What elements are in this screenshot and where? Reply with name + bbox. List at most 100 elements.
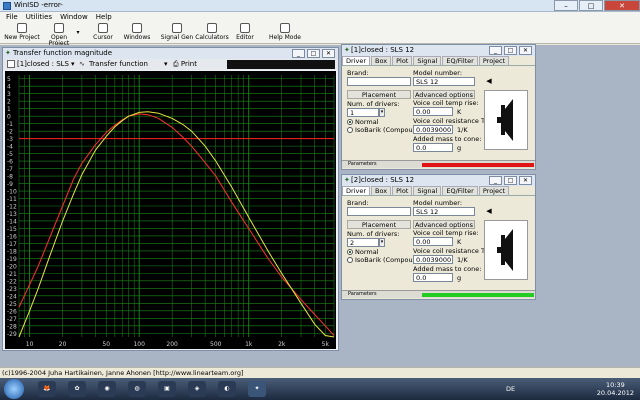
taskbar-firefox-icon[interactable]: ◉ xyxy=(98,381,116,397)
vc-temp-field[interactable]: 0.00 xyxy=(413,237,453,246)
y-tick-label: -14 xyxy=(7,218,17,225)
menu-window[interactable]: Window xyxy=(60,12,88,22)
normal-radio[interactable]: Normal xyxy=(347,118,379,126)
taskbar-app-5[interactable]: ▣ xyxy=(158,381,176,397)
num-drivers-dropdown-icon[interactable]: ▾ xyxy=(379,108,385,117)
driver-panel-controls: _ □ ✕ xyxy=(489,46,532,55)
clock[interactable]: 10:39 20.04.2012 xyxy=(597,381,634,397)
isobarik-radio-indicator[interactable] xyxy=(347,127,353,133)
close-button[interactable]: ✕ xyxy=(604,0,640,11)
taskbar-app-7[interactable]: ◐ xyxy=(218,381,236,397)
tab-project[interactable]: Project xyxy=(478,186,510,195)
vc-temp-label: Voice coil temp rise: xyxy=(413,229,479,237)
start-button[interactable] xyxy=(4,379,24,399)
panel-minimize-button[interactable]: _ xyxy=(489,176,502,185)
chart-close-button[interactable]: ✕ xyxy=(322,49,335,58)
tab-driver[interactable]: Driver xyxy=(342,56,371,65)
x-tick-label: 2k xyxy=(278,341,286,348)
tab-driver[interactable]: Driver xyxy=(342,186,371,195)
signal-gen-button[interactable]: Signal Gen xyxy=(160,23,194,43)
normal-radio-indicator[interactable] xyxy=(347,119,353,125)
tab-signal[interactable]: Signal xyxy=(413,56,442,65)
chart-window-title-bar[interactable]: ✦ Transfer function magnitude _ □ ✕ xyxy=(3,48,338,59)
menu-utilities[interactable]: Utilities xyxy=(26,12,52,22)
open-project-button[interactable]: Open Project xyxy=(40,23,78,47)
y-tick-label: -25 xyxy=(7,301,17,308)
menu-file[interactable]: File xyxy=(6,12,18,22)
normal-radio[interactable]: Normal xyxy=(347,248,379,256)
tab-signal[interactable]: Signal xyxy=(413,186,442,195)
taskbar-app-2[interactable]: ✿ xyxy=(68,381,86,397)
normal-radio-indicator[interactable] xyxy=(347,249,353,255)
model-field[interactable]: SLS 12 xyxy=(413,207,475,216)
driver-panel-controls: _ □ ✕ xyxy=(489,176,532,185)
tab-plot[interactable]: Plot xyxy=(392,186,413,195)
brand-field[interactable] xyxy=(347,77,411,86)
isobarik-radio[interactable]: IsoBarik (Compound) xyxy=(347,126,423,134)
tab-box[interactable]: Box xyxy=(371,56,392,65)
model-field[interactable]: SLS 12 xyxy=(413,77,475,86)
added-mass-field[interactable]: 0.0 xyxy=(413,143,453,152)
tab-eq-filter[interactable]: EQ/Filter xyxy=(442,186,478,195)
status-bar-indicator xyxy=(422,293,534,297)
editor-button[interactable]: Editor xyxy=(232,23,258,43)
new-project-button[interactable]: New Project xyxy=(2,23,42,43)
x-tick-label: 100 xyxy=(133,341,145,348)
windows-icon xyxy=(132,23,142,33)
chart-minimize-button[interactable]: _ xyxy=(292,49,305,58)
chart-maximize-button[interactable]: □ xyxy=(307,49,320,58)
chart-toolbar: [1]closed : SLS 12 ▾ ∿ Transfer function… xyxy=(3,59,338,79)
x-tick-label: 500 xyxy=(210,341,222,348)
chart-svg: 543210-1-2-3-4-5-6-7-8-9-10-11-12-13-14-… xyxy=(7,75,335,348)
driver-panel-title-bar[interactable]: ✦ [2]closed : SLS 12 _ □ ✕ xyxy=(342,175,535,186)
taskbar-app-1[interactable]: 🦊 xyxy=(38,381,56,397)
vc-resistance-field[interactable]: 0.0039000 xyxy=(413,255,453,264)
cursor-button[interactable]: Cursor xyxy=(90,23,116,43)
y-tick-label: -24 xyxy=(7,293,17,300)
driver-panel-title-bar[interactable]: ✦ [1]closed : SLS 12 _ □ ✕ xyxy=(342,45,535,56)
taskbar-winisd-icon[interactable]: ✦ xyxy=(248,381,266,397)
help-mode-button[interactable]: Help Mode xyxy=(266,23,304,43)
tab-plot[interactable]: Plot xyxy=(392,56,413,65)
placement-header: Placement xyxy=(347,90,411,99)
taskbar-app-6[interactable]: ◈ xyxy=(188,381,206,397)
vc-temp-unit: K xyxy=(457,108,462,116)
taskbar-app-4[interactable]: ◍ xyxy=(128,381,146,397)
added-mass-field[interactable]: 0.0 xyxy=(413,273,453,282)
speaker-icon[interactable]: ◀ xyxy=(484,207,494,216)
tab-box[interactable]: Box xyxy=(371,186,392,195)
transfer-function-plot[interactable]: 5 4 3 2 1 0 -1 -2 -3 -4 -5 -6 -7 -8 -9 -10 -11 -12 -13 -14-… xyxy=(5,71,336,349)
language-indicator[interactable]: DE xyxy=(506,385,515,393)
num-drivers-field[interactable]: 2 xyxy=(347,238,379,247)
menu-bar: File Utilities Window Help xyxy=(0,12,640,22)
isobarik-radio[interactable]: IsoBarik (Compound) xyxy=(347,256,423,264)
speaker-icon[interactable]: ◀ xyxy=(484,77,494,86)
windows-button[interactable]: Windows xyxy=(122,23,152,43)
vc-resistance-label: Voice coil resistance TC: xyxy=(413,117,492,125)
panel-minimize-button[interactable]: _ xyxy=(489,46,502,55)
panel-close-button[interactable]: ✕ xyxy=(519,176,532,185)
tab-project[interactable]: Project xyxy=(478,56,510,65)
vc-temp-field[interactable]: 0.00 xyxy=(413,107,453,116)
menu-help[interactable]: Help xyxy=(96,12,112,22)
y-tick-label: -18 xyxy=(7,248,17,255)
num-drivers-field[interactable]: 1 xyxy=(347,108,379,117)
y-tick-label: 0 xyxy=(7,114,11,121)
tab-eq-filter[interactable]: EQ/Filter xyxy=(442,56,478,65)
graph-type-dropdown-icon[interactable]: ▾ xyxy=(164,59,168,70)
panel-close-button[interactable]: ✕ xyxy=(519,46,532,55)
vc-resistance-field[interactable]: 0.0039000 xyxy=(413,125,453,134)
print-button[interactable]: ⎙ Print xyxy=(173,59,197,70)
y-tick-label: -11 xyxy=(7,196,17,203)
maximize-button[interactable]: □ xyxy=(579,0,603,11)
driver-select-dropdown-icon[interactable]: ▾ xyxy=(71,59,75,70)
num-drivers-dropdown-icon[interactable]: ▾ xyxy=(379,238,385,247)
isobarik-radio-indicator[interactable] xyxy=(347,257,353,263)
calculators-button[interactable]: Calculators xyxy=(194,23,230,43)
panel-maximize-button[interactable]: □ xyxy=(504,46,517,55)
open-project-dropdown[interactable]: ▾ xyxy=(74,23,82,43)
brand-field[interactable] xyxy=(347,207,411,216)
minimize-button[interactable]: – xyxy=(554,0,578,11)
x-tick-label: 5k xyxy=(322,341,330,348)
panel-maximize-button[interactable]: □ xyxy=(504,176,517,185)
